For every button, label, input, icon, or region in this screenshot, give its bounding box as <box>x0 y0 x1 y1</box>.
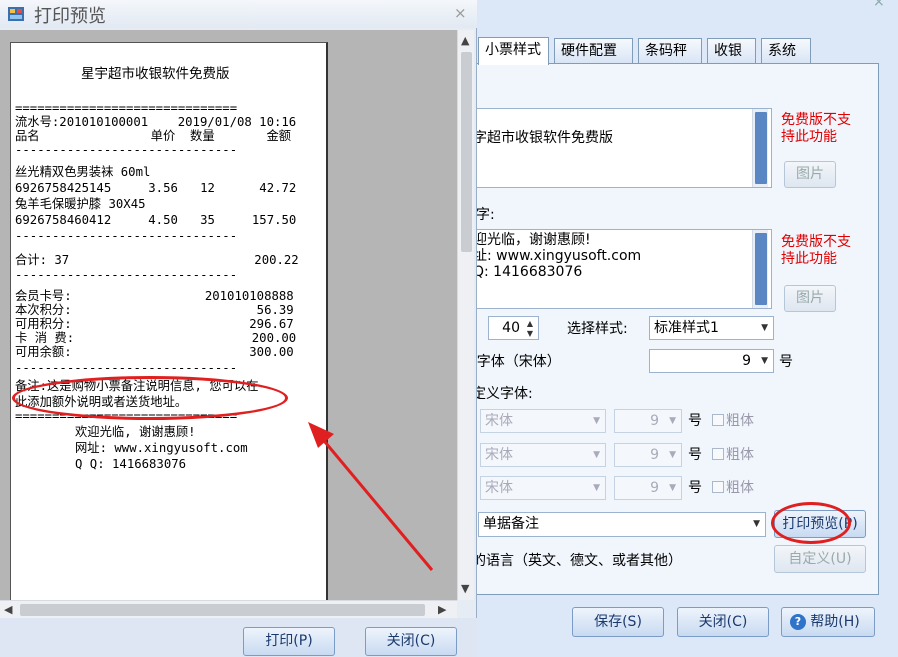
tab-system[interactable]: 系统 <box>761 38 811 64</box>
separator: ------------------------------ <box>15 229 238 243</box>
receipt-title: 星宇超市收银软件免费版 <box>81 66 230 82</box>
custom-size-select-1[interactable]: 9 ▼ <box>614 409 682 433</box>
receipt-header-textarea[interactable]: 字超市收银软件免费版 <box>470 108 772 188</box>
vertical-scrollbar[interactable]: ▲ ▼ <box>457 30 474 600</box>
member-line: 会员卡号: 201010108888 <box>15 289 294 303</box>
footer-label: 字: <box>476 207 495 223</box>
checkbox-icon[interactable] <box>712 448 724 460</box>
member-line: 本次积分: 56.39 <box>15 303 294 317</box>
custom-button[interactable]: 自定义(U) <box>774 545 866 573</box>
app-icon <box>8 7 24 21</box>
chevron-down-icon: ▼ <box>669 483 676 493</box>
item-line: 丝光精双色男装袜 60ml <box>15 165 151 179</box>
custom-font-select-2[interactable]: 宋体 ▼ <box>480 443 606 467</box>
footer-line: Q Q: 1416683076 <box>75 457 187 471</box>
chevron-down-icon[interactable]: ▼ <box>461 582 469 595</box>
font-label: \字体（宋体） <box>472 354 561 370</box>
custom-size-select-3[interactable]: 9 ▼ <box>614 476 682 500</box>
language-label: 的语言（英文、德文、或者其他） <box>472 553 682 569</box>
chevron-left-icon[interactable]: ◀ <box>4 603 12 616</box>
serial-line: 流水号:201010100001 2019/01/08 10:16 <box>15 115 297 129</box>
receipt-paper: 星宇超市收银软件免费版 ============================… <box>10 42 328 602</box>
chevron-down-icon: ▼ <box>593 450 600 460</box>
chevron-down-icon: ▼ <box>593 416 600 426</box>
horizontal-scrollbar[interactable]: ◀ ▶ <box>0 600 457 618</box>
help-icon: ? <box>790 614 806 630</box>
window-title: 打印预览 <box>34 6 106 27</box>
header-picture-button[interactable]: 图片 <box>784 161 836 188</box>
annotation-ellipse <box>12 376 288 420</box>
chevron-down-icon: ▼ <box>753 519 760 529</box>
tab-receipt-style[interactable]: 小票样式 <box>478 37 549 65</box>
chevron-down-icon: ▼ <box>761 356 768 366</box>
item-line: 6926758425145 3.56 12 42.72 <box>15 181 297 195</box>
style-label: 选择样式: <box>567 321 628 337</box>
bold-checkbox-1[interactable]: 粗体 <box>712 411 754 431</box>
checkbox-icon[interactable] <box>712 414 724 426</box>
separator: ============================== <box>15 101 238 115</box>
tab-cashier[interactable]: 收银 <box>707 38 756 64</box>
item-line: 6926758460412 4.50 35 157.50 <box>15 213 297 227</box>
remark-select[interactable]: 单据备注 ▼ <box>478 512 766 537</box>
preview-close-button[interactable]: 关闭(C) <box>365 627 457 656</box>
separator: ------------------------------ <box>15 268 238 282</box>
separator: ------------------------------ <box>15 361 238 375</box>
annotation-ellipse <box>771 502 851 544</box>
chevron-down-icon: ▼ <box>593 483 600 493</box>
custom-size-select-2[interactable]: 9 ▼ <box>614 443 682 467</box>
tab-hardware[interactable]: 硬件配置 <box>554 38 633 64</box>
member-line: 可用余额: 300.00 <box>15 345 294 359</box>
unit-label: 号 <box>688 480 702 496</box>
item-line: 兔羊毛保暖护膝 30X45 <box>15 197 146 211</box>
bold-checkbox-2[interactable]: 粗体 <box>712 445 754 465</box>
free-version-note-2: 免费版不支 持此功能 <box>781 234 851 267</box>
footer-scrollbar[interactable] <box>752 230 768 308</box>
close-icon[interactable]: × <box>454 4 467 22</box>
footer-line: 网址: www.xingyusoft.com <box>75 441 248 455</box>
style-select[interactable]: 标准样式1 ▼ <box>649 316 774 340</box>
member-line: 卡 消 费: 200.00 <box>15 331 297 345</box>
footer-picture-button[interactable]: 图片 <box>784 285 836 312</box>
footer-line: 欢迎光临, 谢谢惠顾! <box>75 425 196 439</box>
close-icon[interactable]: × <box>873 0 885 10</box>
chevron-down-icon: ▼ <box>669 450 676 460</box>
tab-scale[interactable]: 条码秤 <box>638 38 702 64</box>
chevron-down-icon: ▼ <box>761 323 768 333</box>
width-spinner[interactable]: 40 ▲ ▼ <box>488 316 539 340</box>
header-scrollbar[interactable] <box>752 109 768 187</box>
unit-label: 号 <box>779 354 793 370</box>
font-size-select[interactable]: 9 ▼ <box>649 349 774 373</box>
bold-checkbox-3[interactable]: 粗体 <box>712 478 754 498</box>
chevron-up-icon[interactable]: ▲ <box>461 34 469 47</box>
print-button[interactable]: 打印(P) <box>243 627 335 656</box>
custom-font-label: 定义字体: <box>472 386 533 402</box>
custom-font-select-1[interactable]: 宋体 ▼ <box>480 409 606 433</box>
receipt-footer-textarea[interactable]: 迎光临，谢谢惠顾! 址: www.xingyusoft.com Q: 14166… <box>470 229 772 309</box>
spinner-arrows-icon[interactable]: ▲ ▼ <box>527 319 533 339</box>
annotation-arrow-icon <box>308 422 434 571</box>
chevron-right-icon[interactable]: ▶ <box>438 603 446 616</box>
total-line: 合计: 37 200.22 <box>15 253 299 267</box>
checkbox-icon[interactable] <box>712 481 724 493</box>
scroll-thumb[interactable] <box>461 52 472 252</box>
custom-font-select-3[interactable]: 宋体 ▼ <box>480 476 606 500</box>
save-button[interactable]: 保存(S) <box>572 607 664 637</box>
help-button[interactable]: ? 帮助(H) <box>781 607 875 637</box>
member-line: 可用积分: 296.67 <box>15 317 294 331</box>
chevron-down-icon: ▼ <box>669 416 676 426</box>
unit-label: 号 <box>688 413 702 429</box>
unit-label: 号 <box>688 447 702 463</box>
header-line: 品名 单价 数量 金额 <box>15 129 292 143</box>
scroll-thumb[interactable] <box>20 604 425 616</box>
title-bar: 打印预览 × <box>0 0 477 28</box>
settings-close-button[interactable]: 关闭(C) <box>677 607 769 637</box>
separator: ------------------------------ <box>15 143 238 157</box>
free-version-note: 免费版不支 持此功能 <box>781 112 851 145</box>
